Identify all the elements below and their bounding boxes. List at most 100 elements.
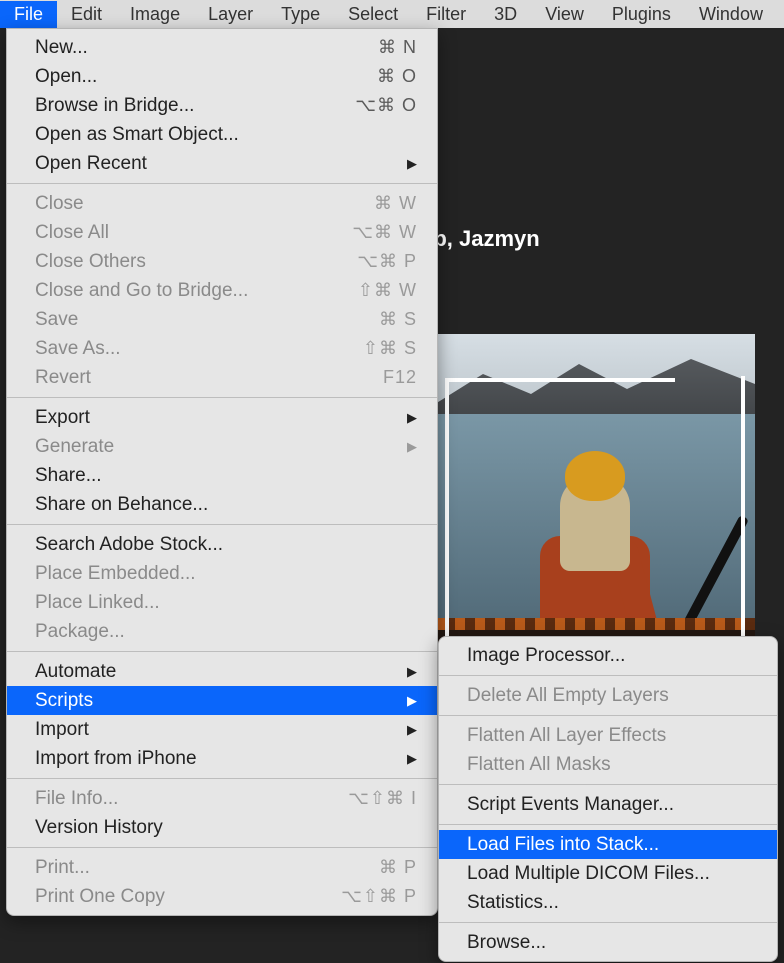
menu-separator bbox=[7, 183, 437, 184]
scripts-submenu-item[interactable]: Image Processor... bbox=[439, 641, 777, 670]
menu-item-label: Import from iPhone bbox=[35, 746, 197, 771]
file-menu-item: Place Linked... bbox=[7, 588, 437, 617]
menu-item-label: Save As... bbox=[35, 336, 121, 361]
menu-item-label: Print... bbox=[35, 855, 90, 880]
file-menu-item: Generate ▶ bbox=[7, 432, 437, 461]
file-menu-item[interactable]: Browse in Bridge...⌥⌘ O bbox=[7, 91, 437, 120]
file-menu-item: Close and Go to Bridge...⇧⌘ W bbox=[7, 276, 437, 305]
menu-item-label: Close All bbox=[35, 220, 109, 245]
crop-marks-icon bbox=[515, 376, 745, 640]
file-menu-item: Print... ⌘ P bbox=[7, 853, 437, 882]
menu-item-label: File Info... bbox=[35, 786, 118, 811]
menu-separator bbox=[439, 922, 777, 923]
menu-item-label: Close bbox=[35, 191, 84, 216]
file-menu-item: Place Embedded... bbox=[7, 559, 437, 588]
menu-type[interactable]: Type bbox=[267, 1, 334, 28]
file-menu-item: Close All ⌥⌘ W bbox=[7, 218, 437, 247]
scripts-submenu-item[interactable]: Statistics... bbox=[439, 888, 777, 917]
file-menu-item[interactable]: Import from iPhone ▶ bbox=[7, 744, 437, 773]
menu-item-label: Print One Copy bbox=[35, 884, 165, 909]
menu-separator bbox=[7, 524, 437, 525]
scripts-submenu-item[interactable]: Load Files into Stack... bbox=[439, 830, 777, 859]
file-menu-item[interactable]: Version History bbox=[7, 813, 437, 842]
menu-item-label: Export bbox=[35, 405, 90, 430]
menu-item-label: Place Linked... bbox=[35, 590, 160, 615]
menu-item-label: Open Recent bbox=[35, 151, 147, 176]
submenu-arrow-icon: ▶ bbox=[407, 405, 417, 430]
menu-item-label: Automate bbox=[35, 659, 116, 684]
menu-file[interactable]: File bbox=[0, 1, 57, 28]
menu-separator bbox=[439, 675, 777, 676]
file-menu-item[interactable]: Automate ▶ bbox=[7, 657, 437, 686]
menu-item-label: Import bbox=[35, 717, 89, 742]
scripts-submenu-item[interactable]: Script Events Manager... bbox=[439, 790, 777, 819]
menu-view[interactable]: View bbox=[531, 1, 598, 28]
submenu-arrow-icon: ▶ bbox=[407, 717, 417, 742]
shortcut-text: ⌥⌘ O bbox=[355, 93, 417, 118]
shortcut-text: ⌥⌘ W bbox=[352, 220, 417, 245]
shortcut-text: ⇧⌘ S bbox=[363, 336, 417, 361]
menu-edit[interactable]: Edit bbox=[57, 1, 116, 28]
menu-separator bbox=[439, 824, 777, 825]
menu-item-label: Open... bbox=[35, 64, 97, 89]
submenu-arrow-icon: ▶ bbox=[407, 746, 417, 771]
menu-3d[interactable]: 3D bbox=[480, 1, 531, 28]
shortcut-text: ⌘ P bbox=[379, 855, 417, 880]
menu-item-label: Share on Behance... bbox=[35, 492, 208, 517]
submenu-arrow-icon: ▶ bbox=[407, 434, 417, 459]
canvas-photo bbox=[435, 334, 755, 666]
menu-item-label: Browse... bbox=[467, 930, 546, 955]
file-menu-item: Close ⌘ W bbox=[7, 189, 437, 218]
file-menu-item[interactable]: Search Adobe Stock... bbox=[7, 530, 437, 559]
shortcut-text: ⌘ W bbox=[374, 191, 417, 216]
menu-item-label: Statistics... bbox=[467, 890, 559, 915]
menu-separator bbox=[439, 715, 777, 716]
menu-item-label: Flatten All Masks bbox=[467, 752, 611, 777]
file-menu-item[interactable]: Import ▶ bbox=[7, 715, 437, 744]
menu-item-label: Scripts bbox=[35, 688, 93, 713]
file-menu-item[interactable]: New... ⌘ N bbox=[7, 33, 437, 62]
menu-select[interactable]: Select bbox=[334, 1, 412, 28]
menu-separator bbox=[7, 778, 437, 779]
menu-plugins[interactable]: Plugins bbox=[598, 1, 685, 28]
file-menu-item[interactable]: Open as Smart Object... bbox=[7, 120, 437, 149]
file-dropdown: New... ⌘ N Open... ⌘ OBrowse in Bridge...⌥⌘… bbox=[6, 28, 438, 916]
file-menu-item[interactable]: Export ▶ bbox=[7, 403, 437, 432]
shortcut-text: ⌘ S bbox=[379, 307, 417, 332]
file-menu-item[interactable]: Share on Behance... bbox=[7, 490, 437, 519]
menu-image[interactable]: Image bbox=[116, 1, 194, 28]
scripts-submenu-item[interactable]: Browse... bbox=[439, 928, 777, 957]
menu-item-label: New... bbox=[35, 35, 88, 60]
submenu-arrow-icon: ▶ bbox=[407, 688, 417, 713]
menu-item-label: Version History bbox=[35, 815, 163, 840]
file-menu-item[interactable]: Open Recent ▶ bbox=[7, 149, 437, 178]
menu-item-label: Script Events Manager... bbox=[467, 792, 674, 817]
file-menu-item: Save As... ⇧⌘ S bbox=[7, 334, 437, 363]
file-menu-item: Save⌘ S bbox=[7, 305, 437, 334]
scripts-submenu-item: Flatten All Masks bbox=[439, 750, 777, 779]
file-menu-item[interactable]: Open... ⌘ O bbox=[7, 62, 437, 91]
file-menu-item: File Info... ⌥⇧⌘ I bbox=[7, 784, 437, 813]
menu-item-label: Close Others bbox=[35, 249, 146, 274]
menu-layer[interactable]: Layer bbox=[194, 1, 267, 28]
shortcut-text: ⌥⇧⌘ I bbox=[348, 786, 417, 811]
file-menu-item: Package... bbox=[7, 617, 437, 646]
scripts-submenu-item[interactable]: Load Multiple DICOM Files... bbox=[439, 859, 777, 888]
scripts-submenu: Image Processor... Delete All Empty Layer… bbox=[438, 636, 778, 962]
file-menu-item: Close Others⌥⌘ P bbox=[7, 247, 437, 276]
shortcut-text: ⌘ N bbox=[378, 35, 417, 60]
shortcut-text: ⌘ O bbox=[377, 64, 417, 89]
menu-window[interactable]: Window bbox=[685, 1, 777, 28]
menu-item-label: Open as Smart Object... bbox=[35, 122, 239, 147]
file-menu-item[interactable]: Share... bbox=[7, 461, 437, 490]
shortcut-text: F12 bbox=[383, 365, 417, 390]
menu-item-label: Search Adobe Stock... bbox=[35, 532, 223, 557]
scripts-submenu-item: Delete All Empty Layers bbox=[439, 681, 777, 710]
file-menu-item[interactable]: Scripts ▶ bbox=[7, 686, 437, 715]
menu-item-label: Generate bbox=[35, 434, 114, 459]
file-menu-item: Print One Copy⌥⇧⌘ P bbox=[7, 882, 437, 911]
submenu-arrow-icon: ▶ bbox=[407, 151, 417, 176]
submenu-arrow-icon: ▶ bbox=[407, 659, 417, 684]
menubar: FileEditImageLayerTypeSelectFilter3DView… bbox=[0, 0, 784, 28]
menu-filter[interactable]: Filter bbox=[412, 1, 480, 28]
